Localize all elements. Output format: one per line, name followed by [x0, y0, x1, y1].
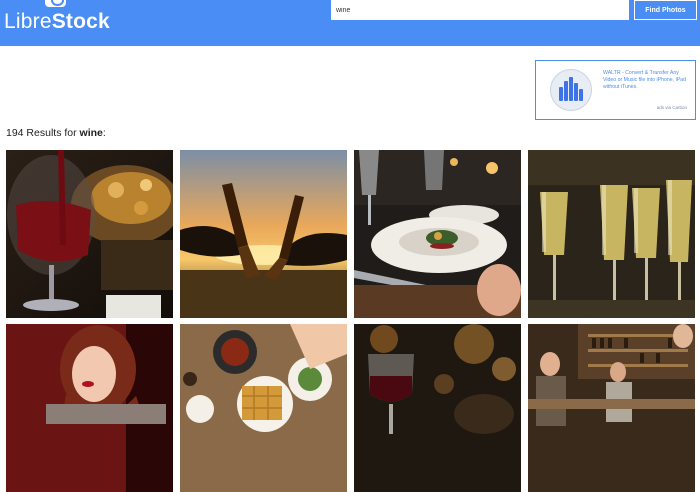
photo-beer-sunset[interactable] [180, 150, 347, 318]
ad-via-link[interactable]: ads via Carbon [657, 105, 687, 110]
logo-text: LibreStock [4, 10, 110, 33]
photo-wine-pour[interactable] [6, 150, 173, 318]
carbon-ad[interactable]: WALTR - Convert & Transfer Any Video or … [535, 60, 696, 120]
photo-wine-glass-bar[interactable] [354, 324, 521, 492]
librestock-logo[interactable]: LibreStock [4, 0, 114, 46]
photo-wine-bar-people[interactable] [528, 324, 695, 492]
camera-icon [45, 0, 66, 7]
find-photos-button[interactable]: Find Photos [634, 0, 697, 20]
results-summary: 194 Results for wine: [6, 127, 106, 139]
ad-text[interactable]: WALTR - Convert & Transfer Any Video or … [603, 70, 687, 90]
photo-champagne-glasses[interactable] [528, 150, 695, 318]
photo-waffles-table[interactable] [180, 324, 347, 492]
photo-restaurant-table[interactable] [354, 150, 521, 318]
search-input[interactable] [331, 0, 629, 20]
top-header: LibreStock Find Photos [0, 0, 700, 46]
waltr-app-icon [550, 69, 592, 111]
photo-woman-portrait[interactable] [6, 324, 173, 492]
